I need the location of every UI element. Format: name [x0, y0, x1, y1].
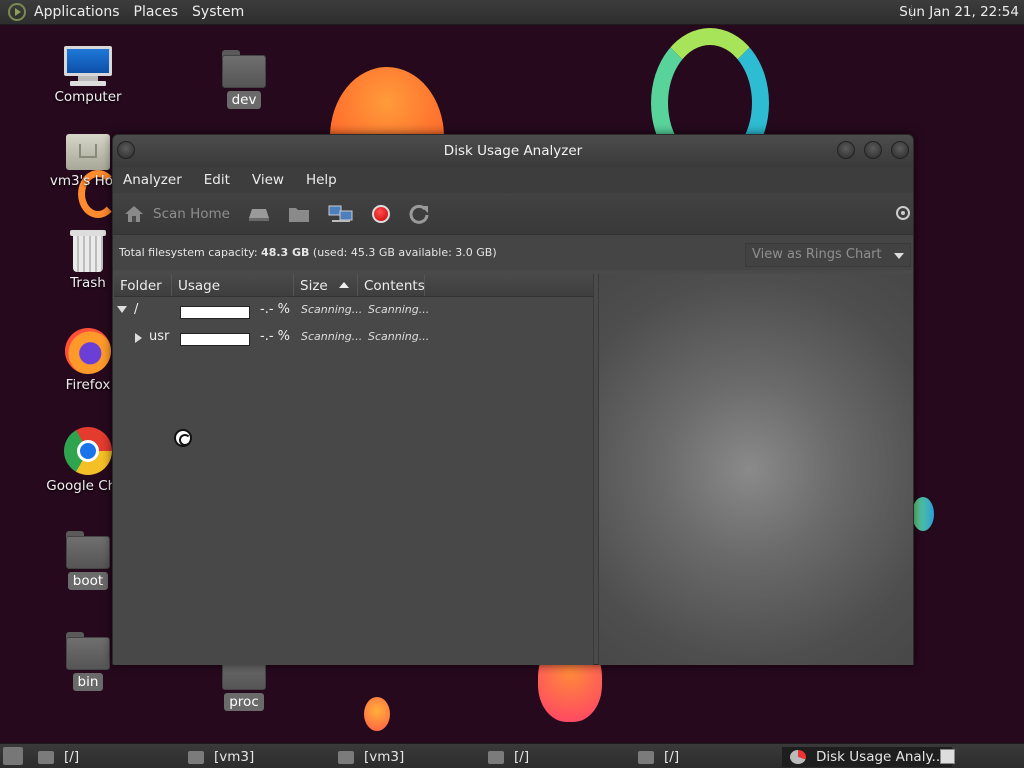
folder-icon — [66, 531, 110, 569]
column-folder[interactable]: Folder — [114, 274, 172, 296]
desktop-icon-label: Computer — [54, 89, 122, 105]
scan-home-label: Scan Home — [153, 205, 230, 222]
menu-analyzer[interactable]: Analyzer — [123, 172, 182, 188]
view-select-value: View as Rings Chart — [752, 247, 882, 262]
folder-icon — [66, 632, 110, 670]
stop-button[interactable] — [371, 204, 390, 223]
column-size[interactable]: Size — [294, 274, 358, 296]
firefox-icon — [65, 328, 111, 374]
row-folder-name: / — [134, 302, 139, 317]
busy-cursor-icon — [174, 429, 192, 447]
folder-icon — [288, 207, 309, 222]
scan-filesystem-button[interactable] — [248, 206, 270, 222]
expander-expanded-icon[interactable] — [117, 306, 127, 313]
stop-icon — [371, 204, 390, 223]
wallpaper-blob-small — [364, 697, 390, 731]
refresh-button[interactable] — [408, 203, 430, 225]
show-desktop-icon[interactable] — [3, 747, 23, 765]
task-item[interactable]: [vm3] — [338, 747, 404, 767]
workspace-switcher[interactable] — [940, 749, 955, 764]
desktop-icon-dev[interactable]: dev — [199, 50, 289, 109]
scan-remote-button[interactable] — [328, 204, 354, 224]
desktop-icon-label: Firefox — [65, 377, 111, 393]
chrome-icon — [64, 427, 112, 475]
task-item[interactable]: [/] — [38, 747, 79, 767]
row-folder-name: usr — [149, 329, 170, 344]
desktop-icon-label: dev — [226, 91, 262, 109]
refresh-icon — [409, 204, 429, 224]
row-size: Scanning... — [301, 330, 363, 343]
places-menu[interactable]: Places — [134, 4, 179, 20]
task-item[interactable]: [/] — [488, 747, 529, 767]
computer-icon — [64, 46, 112, 86]
drive-icon — [248, 208, 269, 221]
task-item-disk-usage[interactable]: Disk Usage Analy... — [782, 747, 953, 767]
capacity-text: Total filesystem capacity: 48.3 GB (used… — [119, 246, 497, 259]
folder-icon — [338, 750, 354, 764]
usage-bar — [180, 333, 250, 346]
folder-icon — [188, 750, 204, 764]
clock[interactable]: Sun Jan 21, 22:54 — [899, 4, 1019, 20]
toolbar: Scan Home — [113, 193, 913, 235]
scan-folder-button[interactable] — [288, 205, 310, 223]
close-button[interactable] — [891, 141, 909, 159]
folder-tree[interactable]: Folder Usage Size Contents / -.- % Scann… — [114, 274, 594, 665]
desktop-icon-label: proc — [224, 693, 264, 711]
column-usage[interactable]: Usage — [172, 274, 294, 296]
folder-icon — [38, 750, 54, 764]
window-title: Disk Usage Analyzer — [443, 143, 583, 159]
home-icon — [125, 205, 143, 222]
table-row[interactable]: / -.- % Scanning... Scanning... — [114, 297, 593, 324]
desktop-icon-computer[interactable]: Computer — [43, 46, 133, 105]
desktop-icon-label: bin — [72, 673, 104, 691]
expander-collapsed-icon[interactable] — [135, 333, 142, 343]
folder-icon — [638, 750, 654, 764]
row-contents: Scanning... — [368, 303, 430, 316]
task-item[interactable]: [/] — [638, 747, 679, 767]
view-select[interactable]: View as Rings Chart — [745, 243, 911, 267]
minimize-button[interactable] — [837, 141, 855, 159]
mate-logo-icon[interactable] — [8, 3, 26, 21]
row-usage-percent: -.- % — [260, 329, 290, 344]
column-contents[interactable]: Contents — [358, 274, 425, 296]
applications-menu[interactable]: Applications — [34, 4, 120, 20]
menu-help[interactable]: Help — [306, 172, 337, 188]
sort-ascending-icon — [339, 282, 349, 288]
scan-home-button[interactable]: Scan Home — [123, 204, 230, 224]
system-menu[interactable]: System — [192, 4, 244, 20]
window-titlebar[interactable]: Disk Usage Analyzer — [113, 135, 913, 167]
row-usage-percent: -.- % — [260, 302, 290, 317]
rings-chart-pane[interactable] — [598, 274, 913, 665]
row-size: Scanning... — [301, 303, 363, 316]
menu-view[interactable]: View — [252, 172, 284, 188]
network-icon — [328, 205, 353, 222]
trash-icon — [70, 230, 106, 272]
top-panel: Applications Places System Sun Jan 21, 2… — [0, 0, 1024, 25]
usage-bar — [180, 306, 250, 319]
desktop-icon-label: boot — [67, 572, 109, 590]
disk-usage-icon — [790, 750, 806, 764]
row-contents: Scanning... — [368, 330, 430, 343]
menubar: Analyzer Edit View Help — [113, 167, 913, 193]
spinner-icon — [895, 205, 911, 225]
folder-icon — [488, 750, 504, 764]
tree-header: Folder Usage Size Contents — [114, 274, 593, 297]
desktop-icon-label: Trash — [70, 275, 106, 291]
wallpaper-blob-right — [912, 497, 934, 531]
maximize-button[interactable] — [864, 141, 882, 159]
table-row[interactable]: usr -.- % Scanning... Scanning... — [114, 324, 593, 351]
folder-icon — [222, 50, 266, 88]
status-row: Total filesystem capacity: 48.3 GB (used… — [113, 235, 913, 270]
menu-edit[interactable]: Edit — [204, 172, 230, 188]
chevron-down-icon — [894, 253, 904, 259]
disk-usage-window: Disk Usage Analyzer Analyzer Edit View H… — [112, 134, 914, 665]
task-item[interactable]: [vm3] — [188, 747, 254, 767]
taskbar: [/] [vm3] [vm3] [/] [/] Disk Usage Analy… — [0, 743, 1024, 768]
home-folder-icon — [66, 130, 110, 170]
